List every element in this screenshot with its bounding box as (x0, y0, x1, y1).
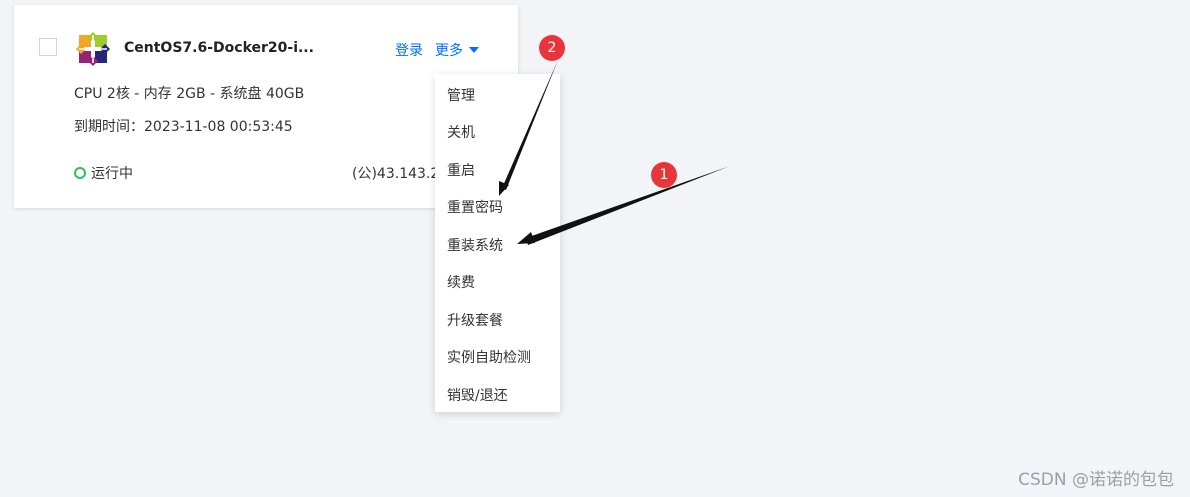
status-ring-icon (74, 167, 86, 179)
watermark: CSDN @诺诺的包包 (1018, 470, 1174, 490)
menu-item-manage[interactable]: 管理 (447, 85, 475, 105)
more-menu: 管理 关机 重启 重置密码 重装系统 续费 升级套餐 实例自助检测 销毁/退还 (435, 74, 560, 412)
public-ip: (公)43.143.2 (352, 166, 438, 182)
menu-item-renew[interactable]: 续费 (447, 272, 475, 292)
instance-expiry: 到期时间：2023-11-08 00:53:45 (74, 119, 293, 135)
menu-item-reinstall-system[interactable]: 重装系统 (447, 235, 503, 255)
centos-logo-icon (76, 32, 110, 66)
caret-down-icon (469, 47, 479, 53)
instance-name[interactable]: CentOS7.6-Docker20-i... (124, 40, 314, 56)
menu-item-upgrade-plan[interactable]: 升级套餐 (447, 310, 503, 330)
annotation-badge-2: 2 (539, 35, 565, 61)
menu-item-restart[interactable]: 重启 (447, 160, 475, 180)
annotation-badge-1: 1 (651, 162, 677, 188)
menu-item-destroy-refund[interactable]: 销毁/退还 (447, 385, 508, 405)
instance-spec: CPU 2核 - 内存 2GB - 系统盘 40GB (74, 86, 305, 102)
login-link[interactable]: 登录 (395, 40, 423, 60)
menu-item-shutdown[interactable]: 关机 (447, 122, 475, 142)
more-dropdown[interactable]: 更多 (435, 40, 479, 60)
instance-checkbox[interactable] (39, 38, 57, 56)
menu-item-self-check[interactable]: 实例自助检测 (447, 347, 531, 367)
menu-item-reset-password[interactable]: 重置密码 (447, 197, 503, 217)
status-label: 运行中 (91, 166, 133, 182)
status-indicator: 运行中 (74, 163, 133, 183)
more-label: 更多 (435, 43, 463, 59)
